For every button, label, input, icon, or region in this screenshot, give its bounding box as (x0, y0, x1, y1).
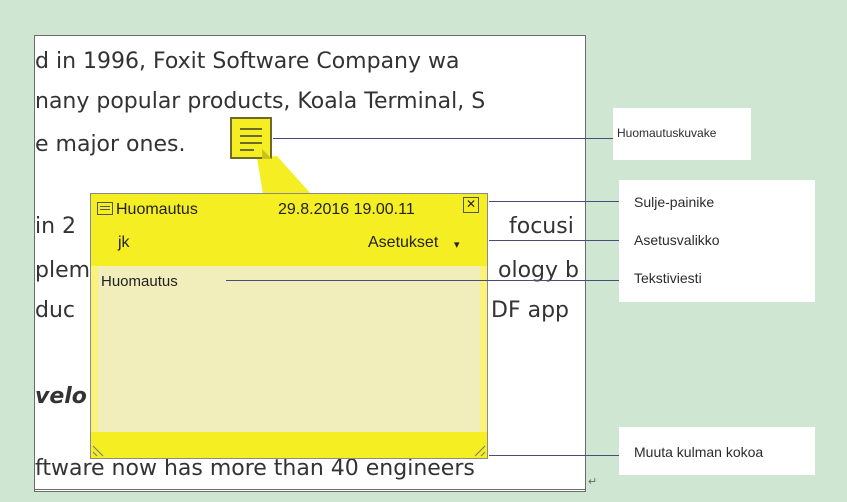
doc-text-line-3: e major ones. (35, 132, 186, 157)
resize-corner-left-icon[interactable] (91, 444, 105, 458)
note-popup[interactable]: Huomautus 29.8.2016 19.00.11 ✕ jk Asetuk… (90, 193, 488, 459)
note-popup-footer (91, 432, 487, 458)
doc-text-line-6b: DF app (491, 298, 569, 323)
note-popup-body[interactable] (98, 266, 480, 432)
label-resize-corner: Muuta kulman kokoa (634, 444, 764, 460)
options-menu-label[interactable]: Asetukset (368, 234, 438, 252)
paragraph-return-mark: ↵ (588, 476, 598, 488)
doc-text-line-4b: focusi (509, 214, 574, 239)
connector-text-message (226, 280, 619, 281)
note-author: jk (118, 234, 130, 251)
close-button[interactable]: ✕ (463, 197, 479, 213)
label-note-icon: Huomautuskuvake (617, 126, 717, 140)
label-options-menu: Asetusvalikko (634, 232, 720, 248)
note-annotation-icon[interactable] (230, 117, 272, 159)
connector-options-menu (489, 240, 619, 241)
note-body-text[interactable]: Huomautus (101, 273, 178, 290)
doc-text-line-2: nany popular products, Koala Terminal, S (35, 89, 486, 114)
label-box-group: Sulje-painike Asetusvalikko Tekstiviesti (619, 180, 815, 302)
doc-heading-fragment: velo (35, 384, 87, 409)
connector-note-icon (273, 138, 613, 139)
label-close-button: Sulje-painike (634, 194, 715, 210)
label-text-message: Tekstiviesti (634, 270, 702, 286)
label-box-resize: Muuta kulman kokoa (619, 427, 815, 475)
note-datetime: 29.8.2016 19.00.11 (278, 201, 415, 218)
doc-text-line-4: in 2 (35, 214, 77, 239)
label-box-note-icon: Huomautuskuvake (613, 108, 751, 160)
note-type-icon (97, 202, 113, 215)
note-type-label: Huomautus (116, 201, 198, 218)
options-dropdown-icon[interactable]: ▾ (454, 238, 460, 251)
doc-text-line-last: ftware now has more than 40 engineers (35, 456, 475, 481)
document-bottom-band: ftware now has more than 40 engineers (34, 455, 586, 490)
doc-text-line-1: d in 1996, Foxit Software Company wa (35, 49, 460, 74)
resize-corner-right-icon[interactable] (473, 444, 487, 458)
connector-close-button (489, 201, 619, 202)
connector-resize-corner (489, 455, 619, 456)
doc-text-line-6: duc (35, 298, 76, 323)
doc-text-line-5: plem (35, 258, 91, 283)
